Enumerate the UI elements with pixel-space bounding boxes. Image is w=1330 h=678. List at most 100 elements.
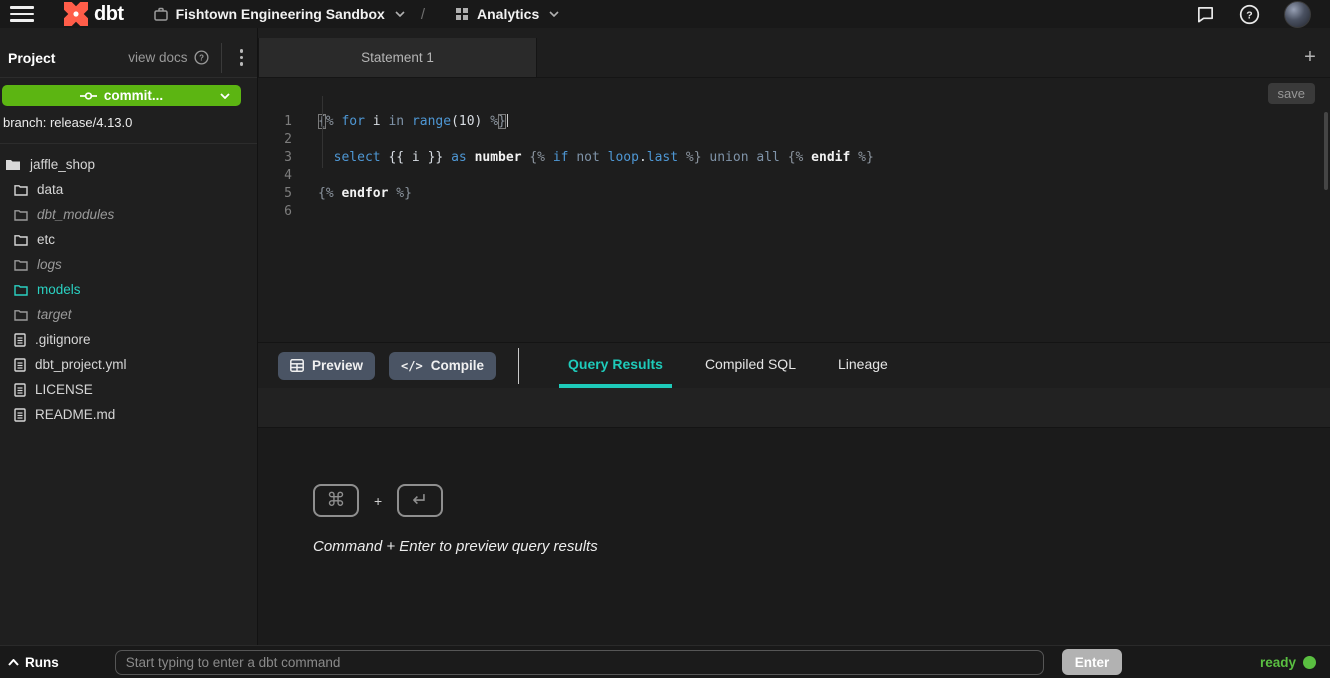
svg-text:?: ? — [199, 54, 204, 63]
line-number: 2 — [258, 132, 292, 147]
text-cursor — [507, 114, 508, 127]
tab-query-results[interactable]: Query Results — [559, 343, 672, 388]
tree-item-label: models — [37, 282, 81, 297]
results-tabs: Query Results Compiled SQL Lineage — [559, 343, 921, 388]
tree-item-models[interactable]: models — [0, 277, 257, 302]
chevron-down-icon — [549, 11, 559, 17]
sidebar-title: Project — [8, 50, 55, 66]
branch-label: branch: release/4.13.0 — [3, 115, 249, 130]
tree-item-label: jaffle_shop — [30, 157, 95, 172]
tree-item-data[interactable]: data — [0, 177, 257, 202]
results-empty-state: ⌘ + ↵ Command + Enter to preview query r… — [258, 428, 1330, 645]
tree-item-label: logs — [37, 257, 62, 272]
tree-item-label: data — [37, 182, 63, 197]
editor-scrollbar[interactable] — [1324, 112, 1328, 190]
dbt-logo[interactable]: dbt — [64, 2, 124, 26]
enter-button[interactable]: Enter — [1062, 649, 1123, 675]
tab-statement-1[interactable]: Statement 1 — [258, 38, 537, 77]
tree-item-etc[interactable]: etc — [0, 227, 257, 252]
commit-button[interactable]: commit... — [2, 85, 241, 106]
header-divider — [221, 43, 222, 73]
table-icon — [290, 359, 304, 372]
line-number: 3 — [258, 150, 292, 165]
grid-icon — [455, 7, 469, 21]
folder-icon — [14, 184, 28, 196]
toolbar-divider — [518, 348, 519, 384]
briefcase-icon — [154, 7, 168, 21]
account-name: Fishtown Engineering Sandbox — [176, 6, 385, 22]
tree-item-target[interactable]: target — [0, 302, 257, 327]
tab-label: Query Results — [568, 356, 663, 372]
tree-item-label: target — [37, 307, 72, 322]
dbt-command-input[interactable] — [115, 650, 1044, 675]
tree-item-README.md[interactable]: README.md — [0, 402, 257, 427]
chevron-down-icon — [395, 11, 405, 17]
code-icon: </> — [401, 359, 423, 373]
tab-label: Statement 1 — [361, 50, 434, 65]
return-glyph: ↵ — [412, 489, 428, 512]
line-number: 6 — [258, 204, 292, 219]
git-commit-icon — [80, 91, 97, 101]
command-key-icon: ⌘ — [313, 484, 359, 517]
plus-separator: + — [374, 493, 382, 509]
tree-item-logs[interactable]: logs — [0, 252, 257, 277]
tree-item-dbt_modules[interactable]: dbt_modules — [0, 202, 257, 227]
folder-icon — [14, 284, 28, 296]
tree-item-.gitignore[interactable]: .gitignore — [0, 327, 257, 352]
status-dot-icon — [1303, 656, 1316, 669]
hamburger-menu-icon[interactable] — [10, 6, 34, 22]
enter-key-icon: ↵ — [397, 484, 443, 517]
user-avatar[interactable] — [1284, 1, 1311, 28]
chevron-down-icon — [220, 93, 230, 99]
file-icon — [14, 333, 26, 347]
code-lines[interactable]: 1{% for i in range(10) %} 23 select {{ i … — [258, 78, 1330, 220]
help-icon[interactable]: ? — [1239, 4, 1260, 25]
code-editor[interactable]: save 1{% for i in range(10) %}23 select … — [258, 78, 1330, 342]
compile-button[interactable]: </> Compile — [389, 352, 496, 380]
command-bar: Runs Enter ready — [0, 645, 1330, 678]
chat-icon[interactable] — [1196, 5, 1215, 24]
top-bar: dbt Fishtown Engineering Sandbox / Analy… — [0, 0, 1330, 28]
code-line-2[interactable]: 2 — [258, 130, 1330, 148]
preview-button[interactable]: Preview — [278, 352, 375, 380]
folder-icon — [14, 209, 28, 221]
line-text: {% endfor %} — [292, 186, 412, 201]
editor-tab-bar: Statement 1 + — [258, 28, 1330, 78]
command-glyph: ⌘ — [327, 489, 346, 512]
tree-item-LICENSE[interactable]: LICENSE — [0, 377, 257, 402]
status-indicator: ready — [1260, 655, 1316, 670]
tree-item-label: README.md — [35, 407, 115, 422]
line-number: 5 — [258, 186, 292, 201]
project-selector[interactable]: Analytics — [455, 6, 559, 22]
view-docs-label: view docs — [128, 50, 187, 65]
file-tree: jaffle_shopdata dbt_modulesetc logs models t… — [0, 143, 257, 427]
file-icon — [14, 383, 26, 397]
code-line-3[interactable]: 3 select {{ i }} as number {% if not loo… — [258, 148, 1330, 166]
tree-item-label: etc — [37, 232, 55, 247]
kebab-menu-icon[interactable] — [234, 46, 250, 69]
dbt-logo-text: dbt — [94, 3, 124, 26]
help-circle-icon: ? — [194, 50, 209, 65]
new-tab-button[interactable]: + — [1290, 38, 1330, 77]
compile-button-label: Compile — [431, 358, 484, 373]
tab-lineage[interactable]: Lineage — [829, 343, 897, 388]
folder-icon — [14, 259, 28, 271]
folder-open-icon — [5, 158, 21, 171]
tree-item-label: .gitignore — [35, 332, 91, 347]
tree-item-dbt_project.yml[interactable]: dbt_project.yml — [0, 352, 257, 377]
code-line-4[interactable]: 4 — [258, 166, 1330, 184]
view-docs-link[interactable]: view docs ? — [128, 50, 208, 65]
plus-icon: + — [1304, 46, 1316, 69]
code-line-5[interactable]: 5{% endfor %} — [258, 184, 1330, 202]
status-label: ready — [1260, 655, 1296, 670]
tab-compiled-sql[interactable]: Compiled SQL — [696, 343, 805, 388]
tree-item-jaffle_shop[interactable]: jaffle_shop — [0, 152, 257, 177]
breadcrumb-separator: / — [421, 6, 425, 23]
line-number: 4 — [258, 168, 292, 183]
code-line-1[interactable]: 1{% for i in range(10) %} — [258, 112, 1330, 130]
code-line-6[interactable]: 6 — [258, 202, 1330, 220]
tree-item-label: LICENSE — [35, 382, 93, 397]
runs-toggle[interactable]: Runs — [8, 655, 59, 670]
tree-item-label: dbt_project.yml — [35, 357, 127, 372]
account-selector[interactable]: Fishtown Engineering Sandbox — [154, 6, 405, 22]
